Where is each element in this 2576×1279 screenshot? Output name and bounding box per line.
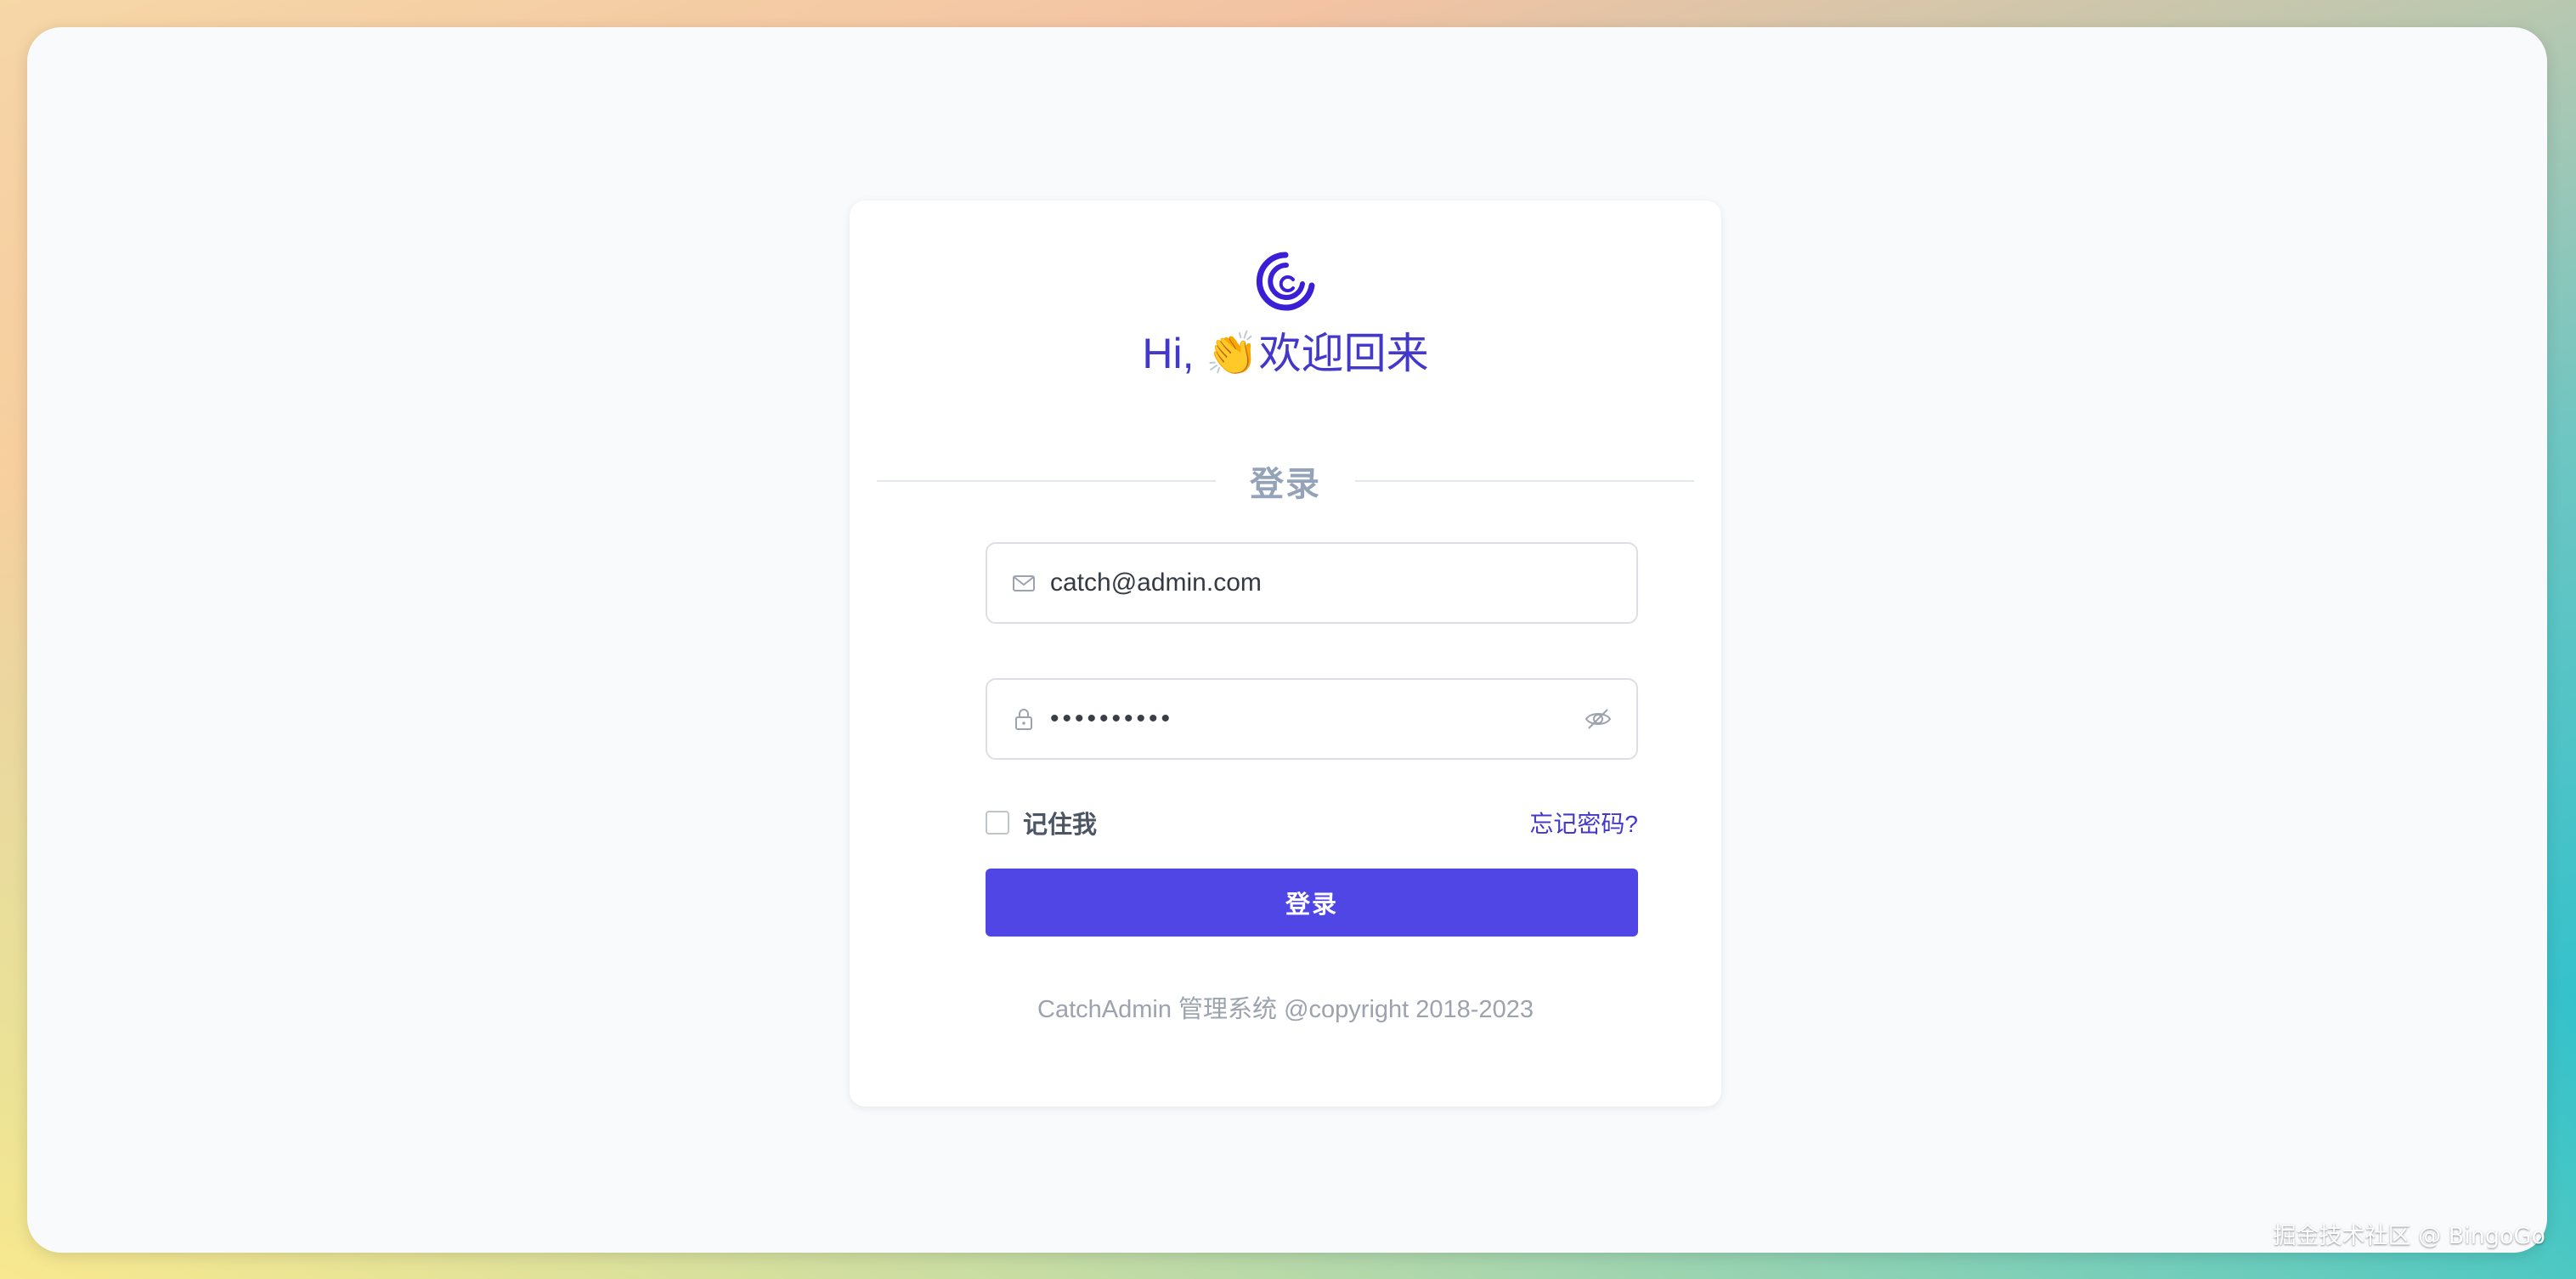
copyright-footer: CatchAdmin 管理系统 @copyright 2018-2023	[1037, 996, 1534, 1023]
divider-label: 登录	[1250, 466, 1321, 503]
eye-off-icon[interactable]	[1584, 705, 1613, 733]
lock-icon	[1015, 709, 1032, 730]
password-field[interactable]: ••••••••••	[986, 678, 1638, 760]
app-window: Hi, 👏欢迎回来 登录 catch@admin.com ••••••••••	[27, 27, 2547, 1253]
welcome-heading: Hi, 👏欢迎回来	[1142, 330, 1429, 377]
email-field[interactable]: catch@admin.com	[986, 542, 1638, 624]
divider-line-right	[1355, 480, 1694, 482]
catchadmin-logo-icon	[1256, 252, 1315, 311]
remember-me-toggle[interactable]: 记住我	[986, 805, 1097, 840]
watermark-text: 掘金技术社区 @ BingoGo	[2273, 1223, 2545, 1249]
remember-me-checkbox[interactable]	[986, 811, 1009, 835]
email-input-value[interactable]: catch@admin.com	[1050, 569, 1636, 597]
remember-me-label[interactable]: 记住我	[1023, 805, 1097, 840]
password-input-value[interactable]: ••••••••••	[1050, 705, 1584, 733]
login-button[interactable]: 登录	[986, 869, 1638, 937]
login-card: Hi, 👏欢迎回来 登录 catch@admin.com ••••••••••	[850, 201, 1721, 1106]
login-divider: 登录	[877, 457, 1694, 505]
mail-icon	[1013, 575, 1035, 591]
login-options-row: 记住我 忘记密码?	[986, 797, 1638, 848]
divider-line-left	[877, 480, 1216, 482]
forgot-password-link[interactable]: 忘记密码?	[1529, 806, 1638, 840]
